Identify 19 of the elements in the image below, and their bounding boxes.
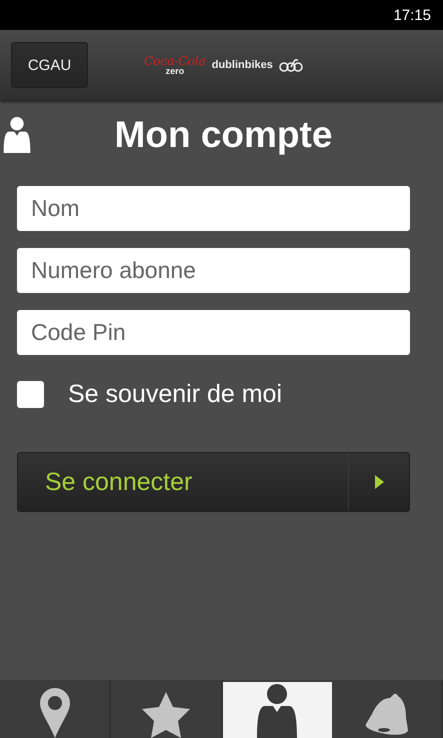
page-title: Mon compte (114, 114, 334, 156)
nav-tab[interactable] (222, 682, 332, 738)
brand-logo-text: Coca-Cola (144, 54, 206, 66)
bicycle-icon (278, 58, 303, 72)
map-pin-icon (40, 688, 70, 738)
user-icon (257, 684, 298, 738)
input-field[interactable]: Nom (17, 186, 410, 231)
input-field[interactable]: Code Pin (17, 310, 410, 355)
status-time: 17:15 (393, 6, 431, 24)
remember-checkbox[interactable] (17, 381, 44, 408)
star-icon (142, 692, 190, 738)
partner-logo-text: dublinbikes (212, 59, 273, 71)
remember-label: Se souvenir de moi (68, 380, 282, 409)
connect-button[interactable]: Se connecter (17, 452, 410, 512)
play-arrow-icon (374, 475, 384, 489)
brand-subtitle: zero (166, 66, 184, 76)
account-button[interactable]: CGAU (11, 42, 88, 88)
input-field[interactable]: Numero abonne (17, 248, 410, 293)
user-icon (2, 117, 32, 153)
